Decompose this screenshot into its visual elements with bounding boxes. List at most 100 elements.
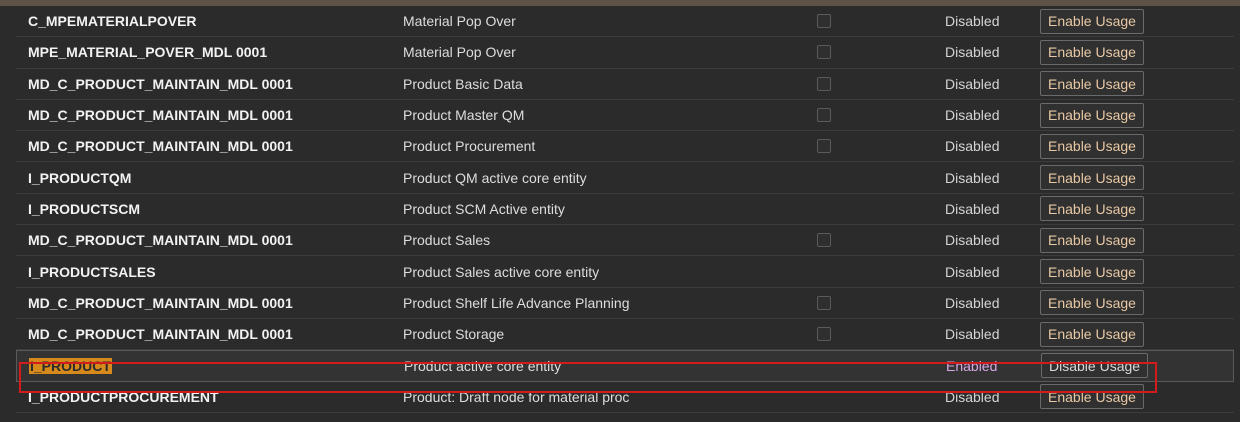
entity-description: Product QM active core entity: [403, 169, 587, 186]
action-cell: Enable Usage: [1040, 100, 1144, 130]
entity-id-text: MPE_MATERIAL_POVER_MDL 0001: [28, 44, 268, 61]
disable-usage-button[interactable]: Disable Usage: [1041, 353, 1149, 379]
enable-usage-button[interactable]: Enable Usage: [1040, 384, 1144, 410]
row-checkbox[interactable]: [817, 139, 831, 154]
action-cell: Disable Usage: [1041, 351, 1149, 380]
entity-description: Material Pop Over: [403, 13, 516, 30]
enable-usage-button[interactable]: Enable Usage: [1040, 133, 1144, 159]
action-cell: Enable Usage: [1040, 162, 1144, 192]
checkbox-cell: [817, 319, 831, 349]
entity-description: Product Sales: [403, 232, 491, 249]
action-cell: Enable Usage: [1040, 225, 1144, 255]
table-row[interactable]: MD_C_PRODUCT_MAINTAIN_MDL 0001 Product Ma…: [16, 100, 1234, 132]
row-checkbox[interactable]: [817, 76, 831, 91]
table-row[interactable]: I_PRODUCT Product active core entity Enabl…: [16, 350, 1234, 382]
table-row[interactable]: I_PRODUCTQM Product QM active core entity…: [16, 162, 1234, 194]
entity-id-text: MD_C_PRODUCT_MAINTAIN_MDL 0001: [28, 107, 293, 124]
enable-usage-button[interactable]: Enable Usage: [1040, 227, 1144, 253]
action-cell: Enable Usage: [1040, 131, 1144, 161]
entity-id: I_PRODUCTSALES: [28, 256, 156, 286]
table-row[interactable]: MPE_MATERIAL_POVER_MDL 0001 Material Pop …: [16, 37, 1234, 69]
entity-description: Product Procurement: [403, 138, 536, 155]
entity-id-text: MD_C_PRODUCT_MAINTAIN_MDL 0001: [28, 326, 293, 343]
entity-id: MD_C_PRODUCT_MAINTAIN_MDL 0001: [28, 100, 293, 130]
checkbox-cell: [817, 100, 831, 130]
table-row[interactable]: MD_C_PRODUCT_MAINTAIN_MDL 0001 Product Sh…: [16, 288, 1234, 319]
entity-id: C_MPEMATERIALPOVER: [28, 6, 197, 36]
entity-id: I_PRODUCT: [29, 351, 112, 380]
status-text: Disabled: [945, 75, 1000, 92]
entity-id: I_PRODUCTPROCUREMENT: [28, 382, 219, 412]
row-checkbox[interactable]: [817, 14, 831, 29]
entity-description: Product Basic Data: [403, 75, 523, 92]
table-row[interactable]: I_PRODUCTSCM Product SCM Active entity Dis…: [16, 194, 1234, 226]
status-text: Disabled: [945, 232, 1000, 249]
action-cell: Enable Usage: [1040, 319, 1144, 349]
status-text: Disabled: [945, 200, 1000, 217]
entity-id-text: MD_C_PRODUCT_MAINTAIN_MDL 0001: [28, 75, 293, 92]
status-text: Disabled: [945, 13, 1000, 30]
checkbox-cell: [817, 288, 831, 318]
row-checkbox[interactable]: [817, 45, 831, 60]
entity-id-text: MD_C_PRODUCT_MAINTAIN_MDL 0001: [28, 232, 293, 249]
entity-description: Product active core entity: [404, 357, 562, 374]
action-cell: Enable Usage: [1040, 194, 1144, 224]
checkbox-cell: [817, 131, 831, 161]
row-checkbox[interactable]: [817, 233, 831, 248]
entity-description: Product Sales active core entity: [403, 263, 600, 280]
table-row[interactable]: I_PRODUCTPROCUREMENT Product: Draft node …: [16, 382, 1234, 413]
row-checkbox[interactable]: [817, 295, 831, 310]
action-cell: Enable Usage: [1040, 69, 1144, 99]
table-row[interactable]: MD_C_PRODUCT_MAINTAIN_MDL 0001 Product St…: [16, 319, 1234, 351]
row-checkbox[interactable]: [817, 108, 831, 123]
entity-id-text: I_PRODUCTPROCUREMENT: [28, 388, 219, 405]
entity-id-text: MD_C_PRODUCT_MAINTAIN_MDL 0001: [28, 294, 293, 311]
entity-id: MD_C_PRODUCT_MAINTAIN_MDL 0001: [28, 319, 293, 349]
enable-usage-button[interactable]: Enable Usage: [1040, 8, 1144, 34]
entity-id: MD_C_PRODUCT_MAINTAIN_MDL 0001: [28, 131, 293, 161]
status-text: Disabled: [945, 44, 1000, 61]
table-row[interactable]: MD_C_PRODUCT_MAINTAIN_MDL 0001 Product Sa…: [16, 225, 1234, 257]
table-row[interactable]: MD_C_PRODUCT_MAINTAIN_MDL 0001 Product Ba…: [16, 69, 1234, 100]
row-checkbox[interactable]: [817, 327, 831, 342]
entity-usage-table: C_MPEMATERIALPOVER Material Pop Over Disab…: [16, 6, 1234, 413]
table-row[interactable]: C_MPEMATERIALPOVER Material Pop Over Disab…: [16, 6, 1234, 38]
action-cell: Enable Usage: [1040, 288, 1144, 318]
status-text: Enabled: [946, 357, 998, 374]
entity-id-text: I_PRODUCTSCM: [28, 200, 141, 217]
checkbox-cell: [817, 6, 831, 36]
status-text: Disabled: [945, 169, 1000, 186]
enable-usage-button[interactable]: Enable Usage: [1040, 39, 1144, 65]
entity-description: Product: Draft node for material proc: [403, 388, 630, 405]
status-text: Disabled: [945, 138, 1000, 155]
entity-description: Product Shelf Life Advance Planning: [403, 294, 630, 311]
entity-id: MPE_MATERIAL_POVER_MDL 0001: [28, 37, 267, 67]
action-cell: Enable Usage: [1040, 37, 1144, 67]
enable-usage-button[interactable]: Enable Usage: [1040, 259, 1144, 285]
checkbox-cell: [817, 37, 831, 67]
status-text: Disabled: [945, 326, 1000, 343]
entity-description: Product Master QM: [403, 107, 525, 124]
entity-id-text: MD_C_PRODUCT_MAINTAIN_MDL 0001: [28, 138, 293, 155]
table-row[interactable]: I_PRODUCTSALES Product Sales active core …: [16, 256, 1234, 288]
action-cell: Enable Usage: [1040, 6, 1144, 36]
status-text: Disabled: [945, 107, 1000, 124]
status-text: Disabled: [945, 388, 1000, 405]
checkbox-cell: [817, 69, 831, 99]
checkbox-cell: [817, 225, 831, 255]
entity-id: I_PRODUCTSCM: [28, 194, 140, 224]
enable-usage-button[interactable]: Enable Usage: [1040, 165, 1144, 191]
entity-id: MD_C_PRODUCT_MAINTAIN_MDL 0001: [28, 225, 293, 255]
enable-usage-button[interactable]: Enable Usage: [1040, 196, 1144, 222]
entity-id-text: I_PRODUCTQM: [28, 169, 132, 186]
entity-description: Product Storage: [403, 326, 505, 343]
enable-usage-button[interactable]: Enable Usage: [1040, 290, 1144, 316]
enable-usage-button[interactable]: Enable Usage: [1040, 71, 1144, 97]
entity-description: Material Pop Over: [403, 44, 516, 61]
entity-id: I_PRODUCTQM: [28, 162, 131, 192]
entity-id-text: I_PRODUCT: [29, 357, 112, 374]
enable-usage-button[interactable]: Enable Usage: [1040, 102, 1144, 128]
enable-usage-button[interactable]: Enable Usage: [1040, 321, 1144, 347]
table-row[interactable]: MD_C_PRODUCT_MAINTAIN_MDL 0001 Product Pr…: [16, 131, 1234, 163]
action-cell: Enable Usage: [1040, 382, 1144, 412]
